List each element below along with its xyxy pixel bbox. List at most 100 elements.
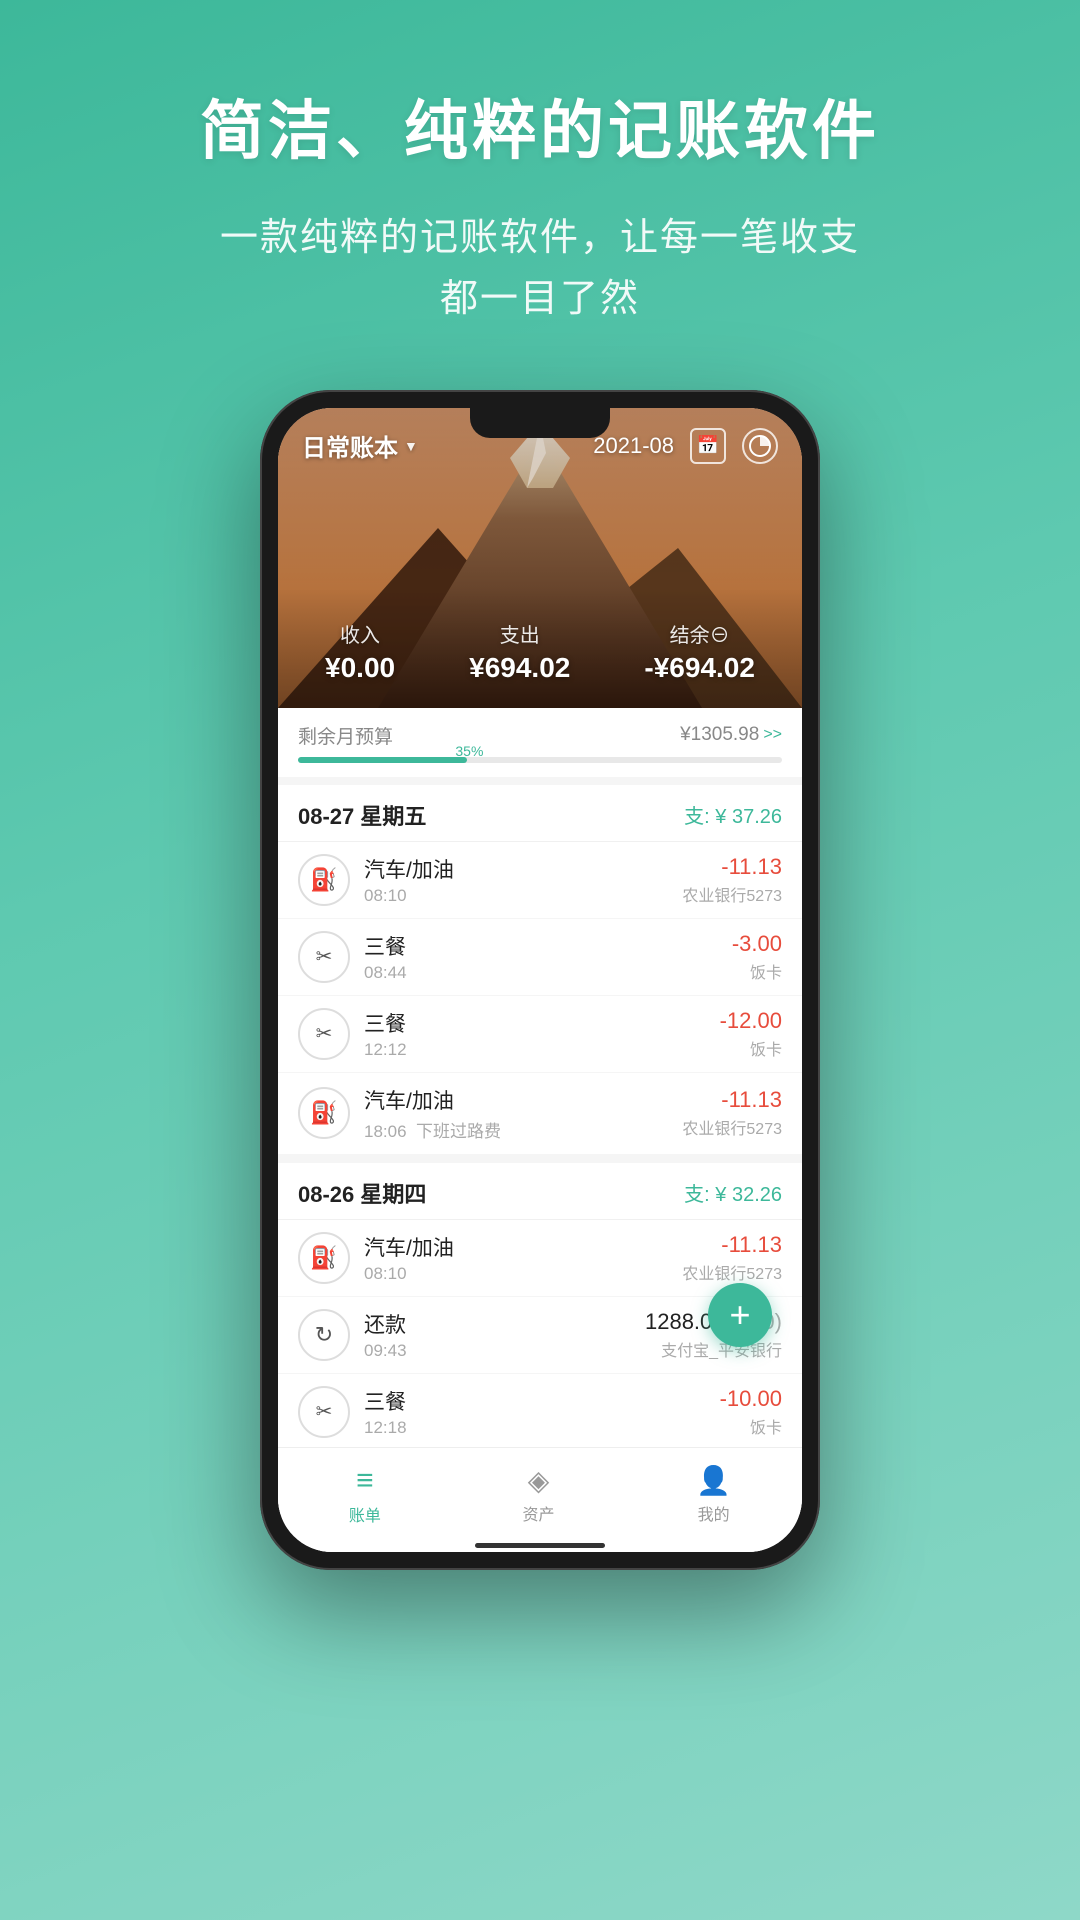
balance-value: -¥694.02: [644, 652, 755, 684]
gas-icon-2: ⛽: [298, 1087, 350, 1139]
tx-name: 汽车/加油: [364, 1232, 668, 1262]
nav-item-profile[interactable]: 👤 我的: [676, 1458, 751, 1532]
list-item[interactable]: ⛽ 汽车/加油 08:10 -11.13 农业银行5273: [278, 1220, 802, 1297]
budget-bar[interactable]: 剩余月预算 ¥1305.98 >> 35%: [278, 708, 802, 777]
expense-label: 支出: [469, 619, 570, 648]
hero-section: 简洁、纯粹的记账软件 一款纯粹的记账软件，让每一笔收支都一目了然: [200, 0, 880, 330]
nav-label-assets: 资产: [523, 1501, 555, 1525]
tx-right: -12.00 饭卡: [720, 1008, 782, 1060]
tx-payment: 饭卡: [732, 959, 782, 983]
budget-progress-track: 35%: [298, 757, 782, 763]
header-stats: 收入 ¥0.00 支出 ¥694.02 结余⊖ -¥694.02: [278, 619, 802, 684]
screen-body: 剩余月预算 ¥1305.98 >> 35%: [278, 708, 802, 1552]
tx-info: 还款 09:43: [364, 1309, 631, 1361]
tx-amount: -11.13: [682, 1087, 782, 1113]
phone-screen: 日常账本 ▼ 2021-08 📅: [278, 408, 802, 1552]
date-group-0827: 08-27 星期五 支: ¥ 37.26 ⛽ 汽车/加油 08:10 -11.1: [278, 785, 802, 1155]
date-label-0826: 08-26 星期四: [298, 1177, 426, 1209]
tx-time: 09:43: [364, 1341, 631, 1361]
tx-right: -3.00 饭卡: [732, 931, 782, 983]
expense-stat: 支出 ¥694.02: [469, 619, 570, 684]
tx-info: 汽车/加油 18:06 下班过路费: [364, 1085, 668, 1142]
budget-label: 剩余月预算: [298, 722, 393, 749]
tx-time: 08:10: [364, 886, 668, 906]
phone-notch: [470, 408, 610, 438]
budget-chevron-icon: >>: [763, 726, 782, 744]
date-header-0827: 08-27 星期五 支: ¥ 37.26: [278, 785, 802, 842]
tx-time: 12:12: [364, 1040, 706, 1060]
list-item[interactable]: ⛽ 汽车/加油 08:10 -11.13 农业银行5273: [278, 842, 802, 919]
nav-item-assets[interactable]: ◈ 资产: [503, 1458, 575, 1532]
assets-icon: ◈: [528, 1464, 550, 1497]
tx-payment: 农业银行5273: [682, 1115, 782, 1139]
tx-payment: 饭卡: [720, 1036, 782, 1060]
date-header-0826: 08-26 星期四 支: ¥ 32.26: [278, 1163, 802, 1220]
phone-wrapper: 日常账本 ▼ 2021-08 📅: [260, 390, 820, 1570]
income-stat: 收入 ¥0.00: [325, 619, 395, 684]
home-indicator: [475, 1543, 605, 1548]
tx-payment: 饭卡: [720, 1414, 782, 1438]
tx-payment: 农业银行5273: [682, 882, 782, 906]
meal-icon-3: ✂: [298, 1386, 350, 1438]
repay-icon: ↻: [298, 1309, 350, 1361]
hero-title: 简洁、纯粹的记账软件: [200, 80, 880, 172]
nav-item-bill[interactable]: ≡ 账单: [329, 1458, 401, 1532]
tx-name: 还款: [364, 1309, 631, 1339]
budget-percent-label: 35%: [455, 743, 483, 759]
expense-value: ¥694.02: [469, 652, 570, 684]
tx-right: -10.00 饭卡: [720, 1386, 782, 1438]
tx-name: 三餐: [364, 931, 718, 961]
list-item[interactable]: ✂ 三餐 12:12 -12.00 饭卡: [278, 996, 802, 1073]
list-item[interactable]: ✂ 三餐 08:44 -3.00 饭卡: [278, 919, 802, 996]
tx-time-note: 18:06 下班过路费: [364, 1117, 668, 1142]
tx-info: 三餐 08:44: [364, 931, 718, 983]
income-label: 收入: [325, 619, 395, 648]
tx-info: 三餐 12:12: [364, 1008, 706, 1060]
header-right-icons: 2021-08 📅: [593, 428, 778, 464]
meal-icon-2: ✂: [298, 1008, 350, 1060]
nav-label-profile: 我的: [698, 1501, 730, 1525]
tx-amount: -3.00: [732, 931, 782, 957]
gas-icon: ⛽: [298, 854, 350, 906]
tx-name: 汽车/加油: [364, 1085, 668, 1115]
date-total-0827: 支: ¥ 37.26: [684, 800, 782, 829]
tx-name: 汽车/加油: [364, 854, 668, 884]
tx-right: -11.13 农业银行5273: [682, 854, 782, 906]
tx-amount: -11.13: [682, 854, 782, 880]
screen-header: 日常账本 ▼ 2021-08 📅: [278, 408, 802, 708]
tx-info: 汽车/加油 08:10: [364, 854, 668, 906]
transaction-list: 08-27 星期五 支: ¥ 37.26 ⛽ 汽车/加油 08:10 -11.1: [278, 785, 802, 1447]
tx-info: 汽车/加油 08:10: [364, 1232, 668, 1284]
budget-progress-fill: 35%: [298, 757, 467, 763]
add-button[interactable]: +: [708, 1283, 772, 1347]
list-item[interactable]: ⛽ 汽车/加油 18:06 下班过路费 -11.13 农业银行5273: [278, 1073, 802, 1155]
chevron-down-icon: ▼: [404, 438, 418, 454]
tx-payment: 农业银行5273: [682, 1260, 782, 1284]
tx-right: -11.13 农业银行5273: [682, 1232, 782, 1284]
calendar-icon[interactable]: 📅: [690, 428, 726, 464]
date-label-0827: 08-27 星期五: [298, 799, 426, 831]
tx-amount: -10.00: [720, 1386, 782, 1412]
meal-icon: ✂: [298, 931, 350, 983]
tx-right: -11.13 农业银行5273: [682, 1087, 782, 1139]
balance-label: 结余⊖: [644, 619, 755, 648]
profile-icon: 👤: [696, 1464, 731, 1497]
account-name[interactable]: 日常账本 ▼: [302, 428, 418, 463]
tx-time: 08:10: [364, 1264, 668, 1284]
tx-name: 三餐: [364, 1008, 706, 1038]
nav-label-bill: 账单: [349, 1502, 381, 1526]
tx-time: 08:44: [364, 963, 718, 983]
balance-stat: 结余⊖ -¥694.02: [644, 619, 755, 684]
list-item[interactable]: ✂ 三餐 12:18 -10.00 饭卡: [278, 1374, 802, 1447]
bottom-nav: ≡ 账单 ◈ 资产 👤 我的: [278, 1447, 802, 1552]
hero-subtitle: 一款纯粹的记账软件，让每一笔收支都一目了然: [200, 208, 880, 330]
phone-frame: 日常账本 ▼ 2021-08 📅: [260, 390, 820, 1570]
date-total-0826: 支: ¥ 32.26: [684, 1178, 782, 1207]
tx-payment: 支付宝_平安银行: [645, 1337, 782, 1361]
tx-amount: -12.00: [720, 1008, 782, 1034]
chart-icon[interactable]: [742, 428, 778, 464]
budget-value: ¥1305.98 >>: [680, 724, 782, 746]
tx-info: 三餐 12:18: [364, 1386, 706, 1438]
tx-name: 三餐: [364, 1386, 706, 1416]
tx-amount: -11.13: [682, 1232, 782, 1258]
